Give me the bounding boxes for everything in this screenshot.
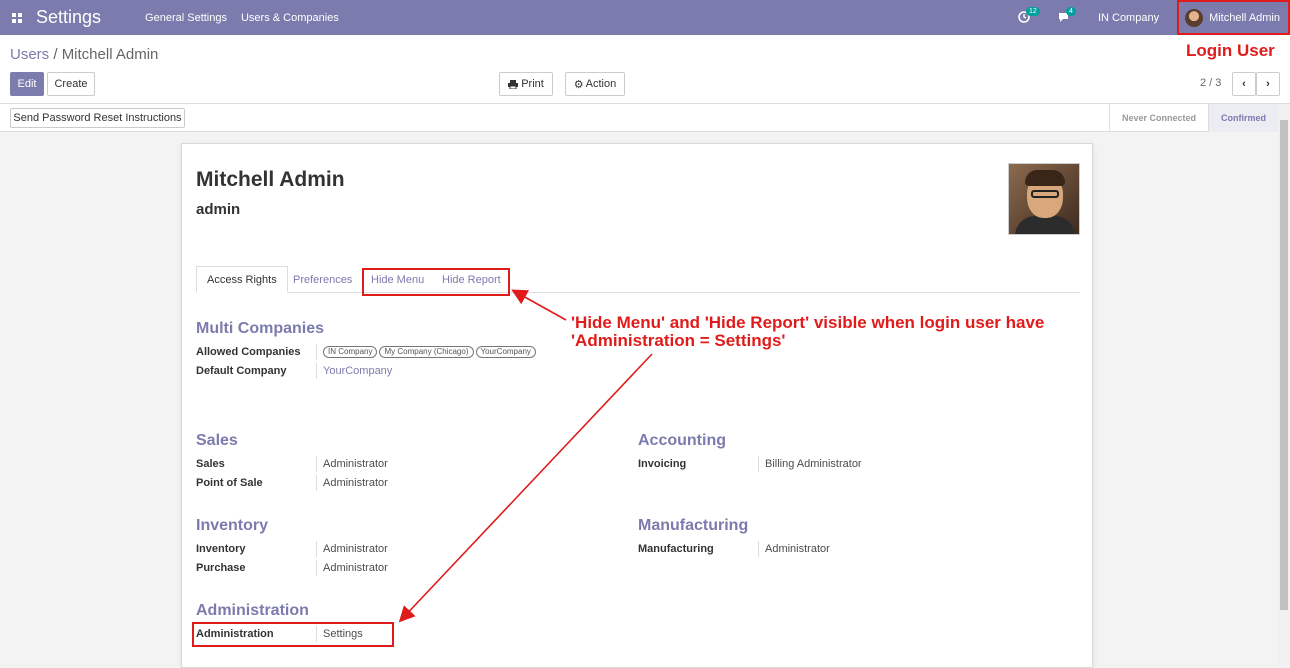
hide-tabs-highlight-box: [362, 268, 510, 296]
pager-previous-button[interactable]: ‹: [1232, 72, 1256, 96]
section-administration: Administration: [196, 602, 309, 619]
company-tag[interactable]: My Company (Chicago): [379, 346, 474, 358]
print-label: Print: [521, 78, 544, 90]
point-of-sale-value[interactable]: Administrator: [316, 475, 388, 491]
form-sheet: Mitchell Admin admin Access Rights Prefe…: [181, 143, 1093, 668]
stage-confirmed: Confirmed: [1208, 104, 1278, 132]
user-name-title[interactable]: Mitchell Admin: [196, 168, 345, 192]
create-button[interactable]: Create: [47, 72, 95, 96]
activity-count-badge: 12: [1025, 6, 1040, 16]
form-statusbar: Send Password Reset Instructions Never C…: [0, 104, 1290, 132]
inventory-value[interactable]: Administrator: [316, 541, 388, 557]
print-icon: [508, 79, 519, 89]
app-title[interactable]: Settings: [36, 7, 101, 28]
default-company-label: Default Company: [196, 365, 287, 377]
purchase-label: Purchase: [196, 562, 246, 574]
control-panel: Users / Mitchell Admin Login User Edit C…: [0, 35, 1290, 104]
section-sales: Sales: [196, 432, 238, 449]
company-tag[interactable]: IN Company: [323, 346, 378, 358]
administration-highlight-box: [192, 622, 394, 647]
notebook-tabs: Access Rights Preferences Hide Menu Hide…: [196, 266, 1080, 293]
annotation-note: 'Hide Menu' and 'Hide Report' visible wh…: [571, 313, 1045, 350]
print-button[interactable]: Print: [499, 72, 553, 96]
point-of-sale-label: Point of Sale: [196, 477, 263, 489]
invoicing-label: Invoicing: [638, 458, 687, 470]
chevron-right-icon: ›: [1266, 78, 1270, 90]
action-button[interactable]: ⚙ Action: [565, 72, 625, 96]
activity-clock-icon[interactable]: 12: [1018, 6, 1040, 25]
pager-next-button[interactable]: ›: [1256, 72, 1280, 96]
inventory-label: Inventory: [196, 543, 246, 555]
company-tag[interactable]: YourCompany: [475, 346, 536, 358]
gear-icon: ⚙: [573, 78, 584, 91]
breadcrumb-separator: /: [53, 46, 58, 63]
sales-value[interactable]: Administrator: [316, 456, 388, 472]
chevron-left-icon: ‹: [1242, 78, 1246, 90]
section-inventory: Inventory: [196, 517, 269, 534]
top-navbar: Settings General Settings Users & Compan…: [0, 0, 1290, 35]
user-menu-name: Mitchell Admin: [1209, 11, 1280, 24]
breadcrumb: Users / Mitchell Admin: [10, 46, 158, 63]
status-stages: Never Connected Confirmed: [1108, 104, 1278, 132]
section-multi-companies: Multi Companies: [196, 320, 325, 337]
purchase-value[interactable]: Administrator: [316, 560, 388, 576]
company-switcher[interactable]: IN Company: [1098, 12, 1159, 24]
action-label: Action: [585, 78, 617, 90]
sales-label: Sales: [196, 458, 225, 470]
section-accounting: Accounting: [638, 432, 726, 449]
user-photo[interactable]: [1008, 163, 1080, 235]
tab-access-rights[interactable]: Access Rights: [196, 266, 288, 293]
invoicing-value[interactable]: Billing Administrator: [758, 456, 862, 472]
apps-menu-icon[interactable]: [0, 0, 34, 35]
allowed-companies-field[interactable]: IN Company My Company (Chicago) YourComp…: [316, 344, 536, 360]
edit-button[interactable]: Edit: [10, 72, 44, 96]
manufacturing-label: Manufacturing: [638, 543, 714, 555]
login-user-annotation: Login User: [1186, 41, 1275, 60]
send-password-reset-button[interactable]: Send Password Reset Instructions: [10, 108, 185, 128]
stage-never-connected: Never Connected: [1108, 104, 1208, 132]
user-login[interactable]: admin: [196, 201, 240, 218]
pager-value[interactable]: 2 / 3: [1200, 77, 1221, 89]
default-company-value[interactable]: YourCompany: [316, 363, 392, 379]
user-menu[interactable]: Mitchell Admin: [1177, 0, 1290, 35]
section-manufacturing: Manufacturing: [638, 517, 749, 534]
user-avatar-icon: [1185, 8, 1204, 27]
tab-preferences[interactable]: Preferences: [283, 266, 362, 293]
breadcrumb-users[interactable]: Users: [10, 46, 49, 63]
manufacturing-value[interactable]: Administrator: [758, 541, 830, 557]
vertical-scrollbar[interactable]: [1278, 104, 1290, 668]
menu-general-settings[interactable]: General Settings: [145, 12, 227, 24]
messages-chat-icon[interactable]: 4: [1058, 6, 1076, 25]
allowed-companies-label: Allowed Companies: [196, 346, 301, 358]
breadcrumb-current: Mitchell Admin: [61, 46, 159, 63]
scrollbar-thumb[interactable]: [1280, 120, 1288, 610]
message-count-badge: 4: [1065, 6, 1076, 16]
menu-users-companies[interactable]: Users & Companies: [241, 12, 339, 24]
